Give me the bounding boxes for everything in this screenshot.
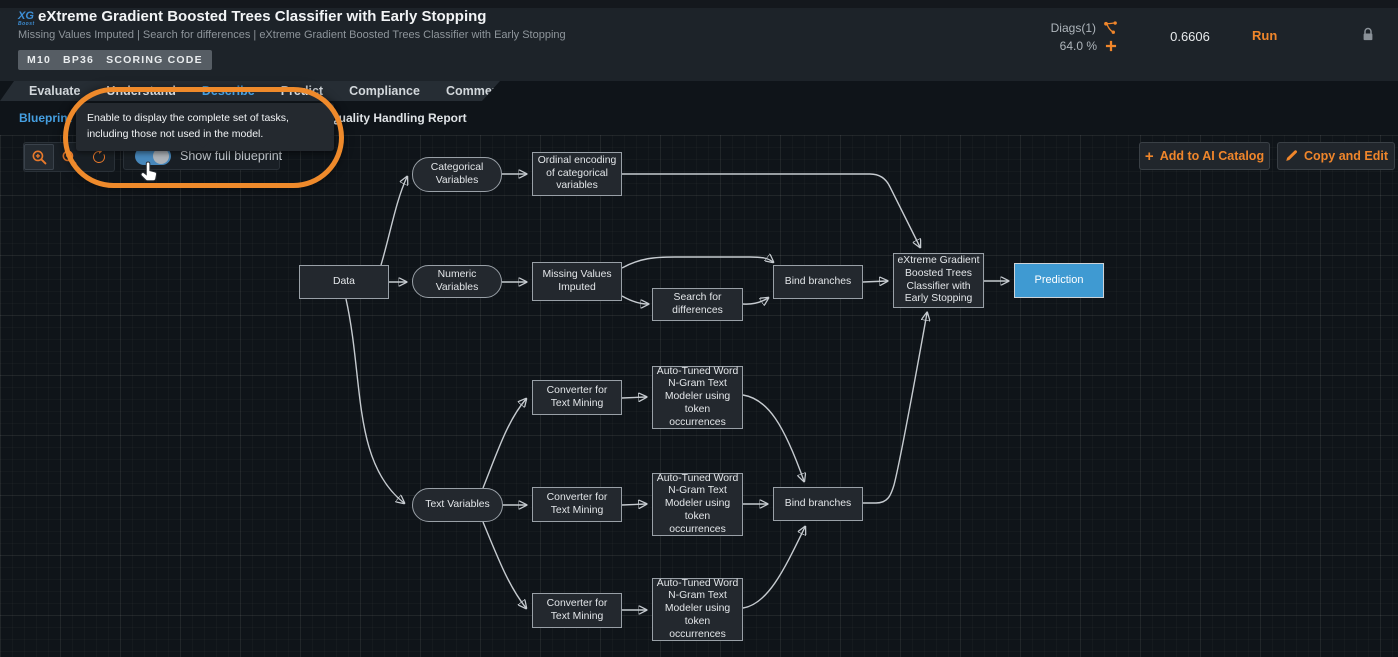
node-conv2[interactable]: Converter for Text Mining bbox=[532, 487, 622, 522]
node-label: Converter for Text Mining bbox=[536, 385, 618, 410]
badge-part-bp36: BP36 bbox=[63, 54, 94, 66]
validation-score: 0.6606 bbox=[1158, 29, 1222, 44]
node-missimp[interactable]: Missing Values Imputed bbox=[532, 262, 622, 301]
page-title: eXtreme Gradient Boosted Trees Classifie… bbox=[38, 8, 486, 25]
node-label: Auto-Tuned Word N-Gram Text Modeler usin… bbox=[656, 366, 739, 429]
zoom-in-icon bbox=[31, 149, 48, 166]
node-catvar[interactable]: Categorical Variables bbox=[412, 157, 502, 192]
main-tabs: EvaluateUnderstandDescribePredictComplia… bbox=[0, 81, 500, 101]
main-tab-row: EvaluateUnderstandDescribePredictComplia… bbox=[0, 81, 1398, 101]
node-bind2[interactable]: Bind branches bbox=[773, 487, 863, 521]
plus-icon[interactable] bbox=[1104, 39, 1118, 53]
tab-describe[interactable]: Describe bbox=[189, 84, 268, 98]
xgboost-logo-icon: XG Boost bbox=[18, 11, 35, 27]
node-label: Bind branches bbox=[785, 498, 851, 511]
node-conv3[interactable]: Converter for Text Mining bbox=[532, 593, 622, 628]
node-searchdiff[interactable]: Search for differences bbox=[652, 288, 743, 321]
node-label: Ordinal encoding of categorical variable… bbox=[536, 155, 618, 193]
node-atw1[interactable]: Auto-Tuned Word N-Gram Text Modeler usin… bbox=[652, 366, 743, 429]
diags-label: Diags(1) bbox=[1051, 21, 1096, 35]
node-conv1[interactable]: Converter for Text Mining bbox=[532, 380, 622, 415]
node-label: eXtreme Gradient Boosted Trees Classifie… bbox=[897, 255, 980, 306]
node-label: Auto-Tuned Word N-Gram Text Modeler usin… bbox=[656, 578, 739, 641]
node-label: Text Variables bbox=[425, 499, 490, 512]
window-top-strip bbox=[0, 0, 1398, 8]
run-button[interactable]: Run bbox=[1252, 28, 1277, 43]
node-textvar[interactable]: Text Variables bbox=[412, 488, 503, 522]
subtab-blueprint[interactable]: Blueprint bbox=[19, 111, 72, 125]
node-label: Converter for Text Mining bbox=[536, 598, 618, 623]
node-label: Search for differences bbox=[656, 292, 739, 317]
model-header: XG Boost eXtreme Gradient Boosted Trees … bbox=[0, 8, 1398, 81]
node-numvar[interactable]: Numeric Variables bbox=[412, 265, 502, 298]
copy-and-edit-label: Copy and Edit bbox=[1304, 149, 1388, 163]
node-label: Prediction bbox=[1035, 274, 1084, 287]
node-label: Numeric Variables bbox=[416, 269, 498, 294]
node-xgb[interactable]: eXtreme Gradient Boosted Trees Classifie… bbox=[893, 253, 984, 308]
node-data[interactable]: Data bbox=[299, 265, 389, 299]
refresh-icon bbox=[91, 149, 107, 165]
sample-percent-label: 64.0 % bbox=[1060, 39, 1097, 53]
add-to-ai-catalog-button[interactable]: + Add to AI Catalog bbox=[1139, 142, 1270, 170]
node-label: Converter for Text Mining bbox=[536, 492, 618, 517]
tooltip-caret bbox=[196, 141, 210, 148]
tab-compliance[interactable]: Compliance bbox=[336, 84, 433, 98]
lock-icon[interactable] bbox=[1360, 26, 1376, 43]
zoom-in-button[interactable] bbox=[24, 144, 54, 170]
node-label: Auto-Tuned Word N-Gram Text Modeler usin… bbox=[656, 473, 739, 536]
toggle-label: Show full blueprint bbox=[180, 149, 282, 163]
tab-understand[interactable]: Understand bbox=[93, 84, 188, 98]
sample-size-row[interactable]: 64.0 % bbox=[1018, 39, 1118, 53]
model-badge: M10 BP36 SCORING CODE bbox=[18, 50, 212, 70]
tab-comments[interactable]: Comments bbox=[433, 84, 524, 98]
node-bind1[interactable]: Bind branches bbox=[773, 265, 863, 299]
zoom-out-icon bbox=[61, 149, 78, 166]
add-to-ai-catalog-label: Add to AI Catalog bbox=[1160, 149, 1264, 163]
node-atw3[interactable]: Auto-Tuned Word N-Gram Text Modeler usin… bbox=[652, 578, 743, 641]
diagnostics-row[interactable]: Diags(1) bbox=[1018, 20, 1118, 35]
node-label: Missing Values Imputed bbox=[536, 269, 618, 294]
plus-icon: + bbox=[1145, 149, 1154, 164]
node-label: Categorical Variables bbox=[416, 162, 498, 187]
badge-part-m10: M10 bbox=[27, 54, 51, 66]
node-prediction[interactable]: Prediction bbox=[1014, 263, 1104, 298]
node-ordenc[interactable]: Ordinal encoding of categorical variable… bbox=[532, 152, 622, 196]
tab-bias-and-fairness[interactable]: Bias and Fairness bbox=[524, 84, 657, 98]
diagnostics-branch-icon bbox=[1103, 20, 1118, 35]
logo-line2: Boost bbox=[18, 22, 35, 27]
page-subtitle: Missing Values Imputed | Search for diff… bbox=[18, 29, 566, 41]
node-label: Data bbox=[333, 276, 355, 289]
tab-evaluate[interactable]: Evaluate bbox=[16, 84, 93, 98]
tab-predict[interactable]: Predict bbox=[268, 84, 336, 98]
pencil-icon bbox=[1284, 149, 1298, 163]
badge-part-scoring-code: SCORING CODE bbox=[106, 54, 203, 66]
node-label: Bind branches bbox=[785, 276, 851, 289]
node-atw2[interactable]: Auto-Tuned Word N-Gram Text Modeler usin… bbox=[652, 473, 743, 536]
copy-and-edit-button[interactable]: Copy and Edit bbox=[1277, 142, 1395, 170]
app-window: XG Boost eXtreme Gradient Boosted Trees … bbox=[0, 0, 1398, 657]
